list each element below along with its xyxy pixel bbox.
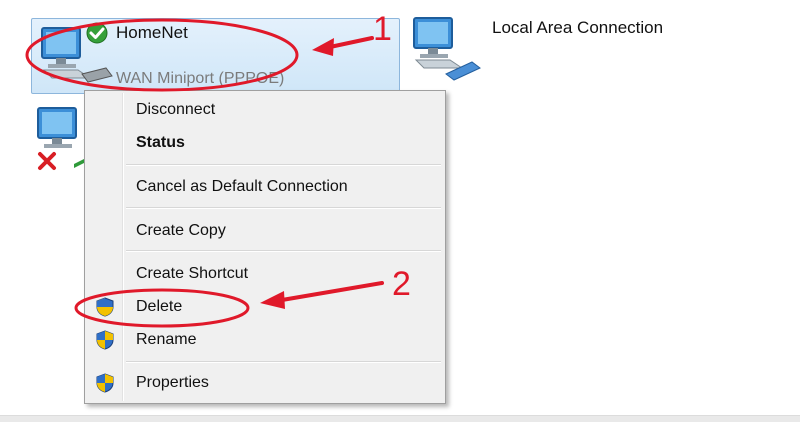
arrow-icon bbox=[260, 281, 384, 309]
annotation-step-2: 2 bbox=[392, 265, 411, 303]
bottom-border bbox=[0, 415, 800, 422]
annotation-overlay bbox=[25, 18, 384, 328]
highlight-ellipse bbox=[74, 288, 250, 328]
highlight-ellipse bbox=[25, 18, 299, 92]
arrow-icon bbox=[312, 36, 374, 56]
annotation-step-1: 1 bbox=[373, 10, 392, 48]
